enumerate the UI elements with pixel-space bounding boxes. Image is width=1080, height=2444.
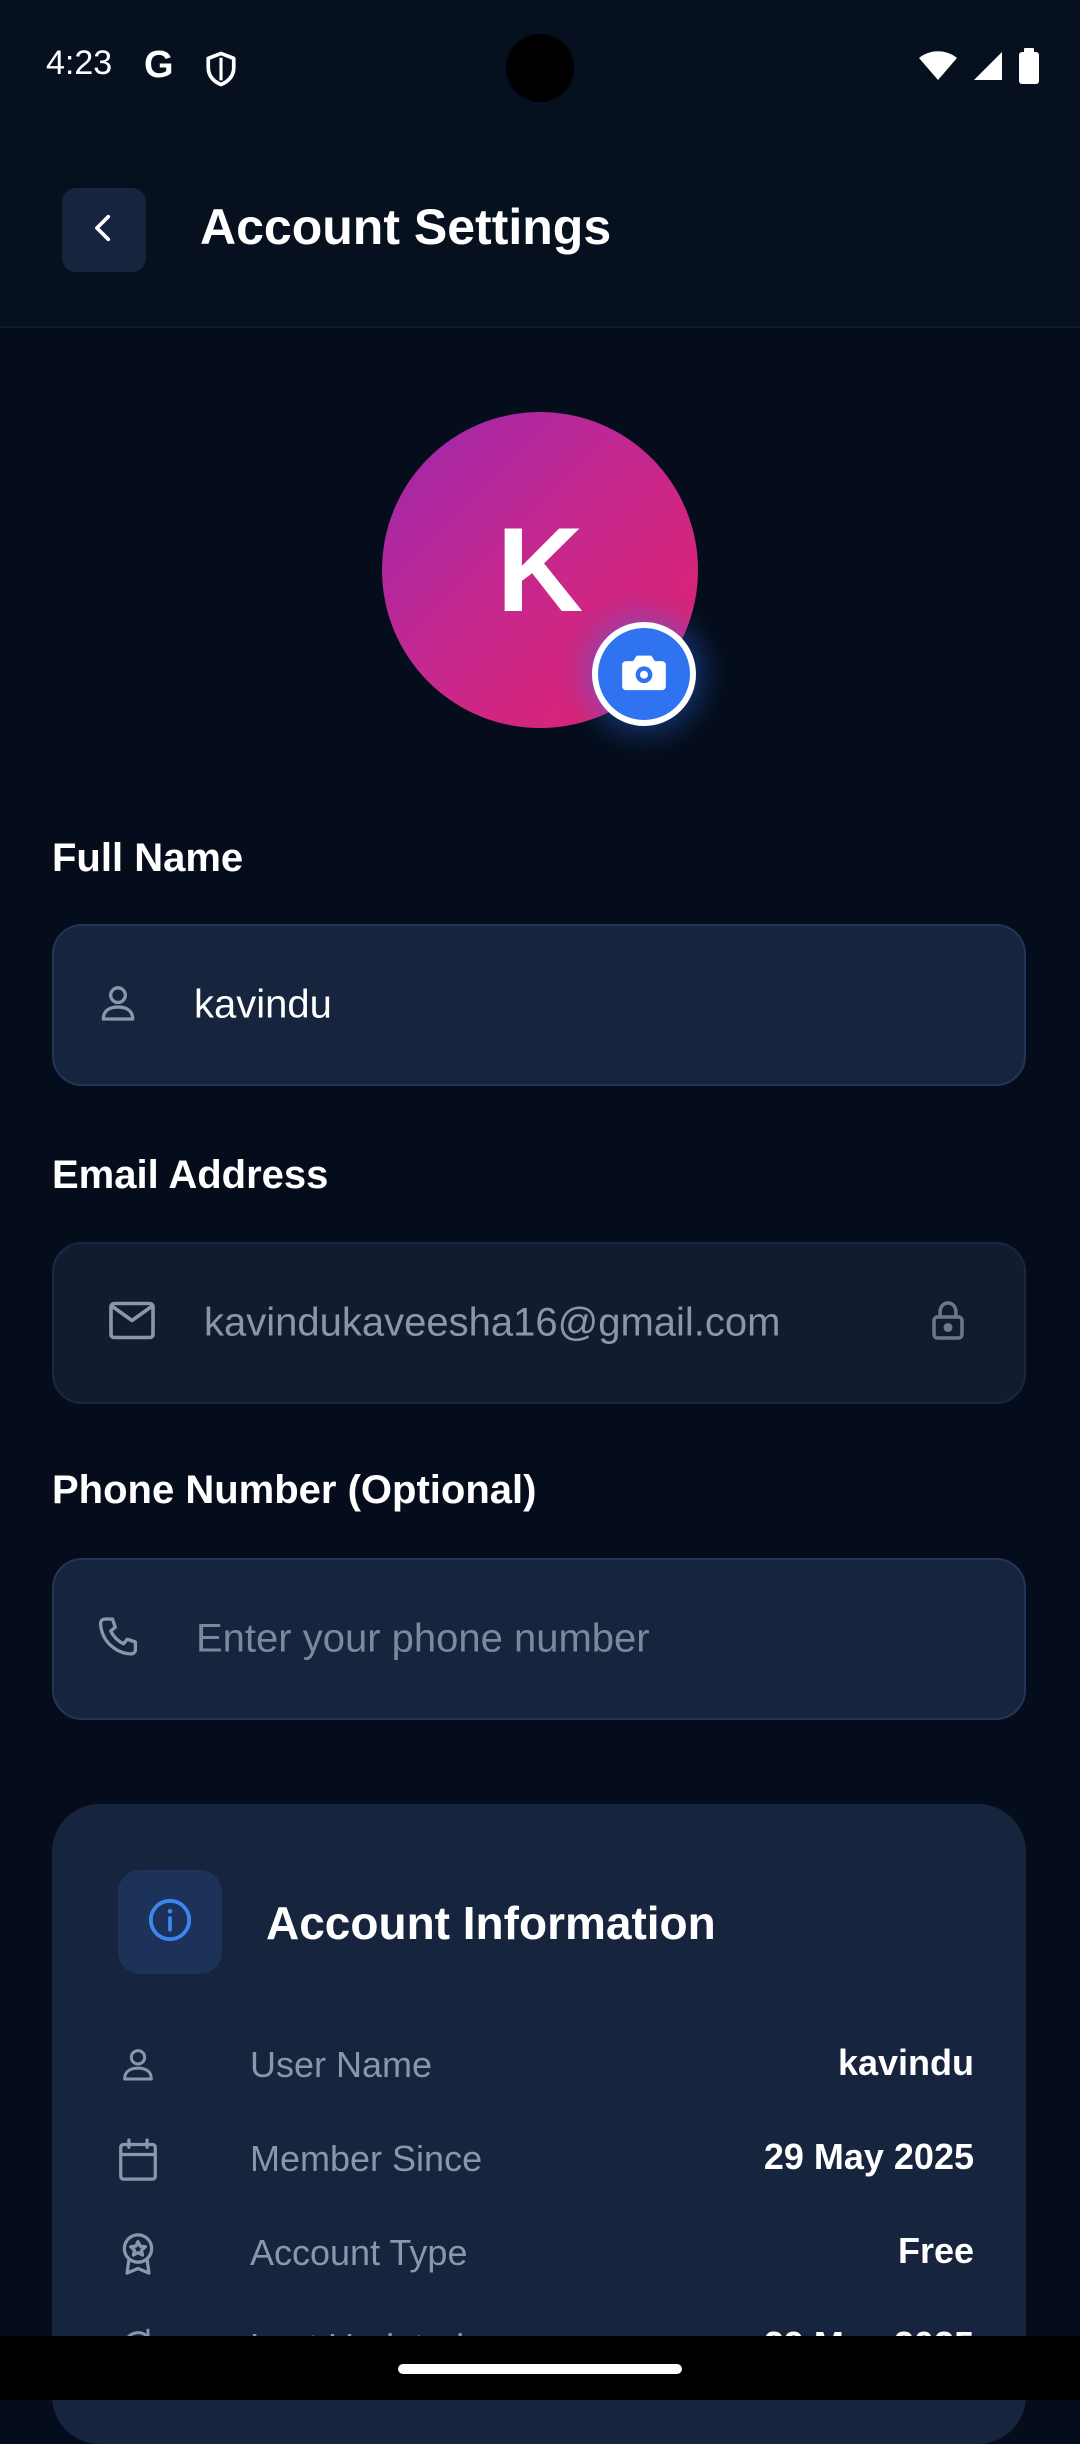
full-name-label: Full Name xyxy=(52,836,244,880)
phone-input[interactable] xyxy=(194,1615,958,1663)
email-field: kavindukaveesha16@gmail.com xyxy=(52,1242,1026,1404)
chevron-left-icon xyxy=(87,211,121,250)
info-row-label: User Name xyxy=(250,2044,433,2085)
google-icon: G xyxy=(144,44,174,86)
app-header: Account Settings xyxy=(0,136,1080,328)
info-row-value: kavindu xyxy=(837,2042,974,2083)
status-icons xyxy=(918,48,1040,89)
phone-label: Phone Number (Optional) xyxy=(52,1468,537,1512)
phone-field[interactable] xyxy=(52,1558,1026,1720)
info-icon-container xyxy=(118,1870,222,1974)
info-row-account-type: Account Type Free xyxy=(118,2224,974,2284)
info-row-member-since: Member Since 29 May 2025 xyxy=(118,2130,974,2190)
info-row-value: 29 May 2025 xyxy=(763,2136,974,2177)
info-row-label: Account Type xyxy=(250,2232,468,2273)
shield-icon xyxy=(204,50,238,93)
person-icon xyxy=(118,2044,158,2089)
wifi-icon xyxy=(918,50,958,87)
battery-icon xyxy=(1018,48,1040,89)
home-gesture-handle[interactable] xyxy=(398,2364,682,2374)
lock-icon xyxy=(930,1300,966,1347)
mail-icon xyxy=(108,1301,156,1346)
full-name-value: kavindu xyxy=(194,982,332,1027)
front-camera-cutout xyxy=(506,34,574,102)
camera-icon xyxy=(622,652,666,697)
phone-icon xyxy=(96,1615,140,1664)
full-name-field[interactable]: kavindu xyxy=(52,924,1026,1086)
person-icon xyxy=(96,981,140,1030)
info-icon xyxy=(147,1897,193,1948)
info-row-label: Member Since xyxy=(250,2138,483,2179)
status-time: 4:23 xyxy=(46,44,113,82)
back-button[interactable] xyxy=(62,188,146,272)
calendar-icon xyxy=(118,2138,158,2187)
change-photo-button[interactable] xyxy=(592,622,696,726)
email-value: kavindukaveesha16@gmail.com xyxy=(204,1300,781,1345)
account-info-title: Account Information xyxy=(266,1897,716,1949)
signal-icon xyxy=(972,50,1004,87)
info-row-value: Free xyxy=(897,2230,974,2271)
info-row-user-name: User Name kavindu xyxy=(118,2036,974,2096)
avatar-initial: K xyxy=(496,503,584,637)
award-icon xyxy=(118,2232,158,2281)
page-title: Account Settings xyxy=(200,199,612,255)
email-label: Email Address xyxy=(52,1153,329,1197)
